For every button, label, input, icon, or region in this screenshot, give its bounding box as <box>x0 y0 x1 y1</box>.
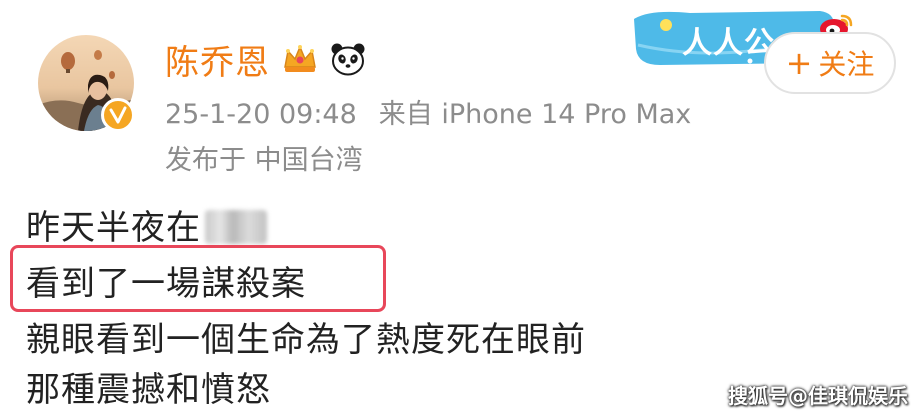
post-line: 昨天半夜在 <box>26 200 267 249</box>
post-timestamp: 25-1-20 09:48 <box>165 99 357 130</box>
follow-button[interactable]: + 关注 <box>764 32 896 94</box>
highlight-box <box>10 245 386 312</box>
post-meta: 25-1-20 09:48 来自 iPhone 14 Pro Max <box>165 92 691 131</box>
post-line: 親眼看到一個生命為了熱度死在眼前 <box>26 320 586 360</box>
plus-icon: + <box>785 44 813 82</box>
name-row: 陈乔恩 <box>165 35 366 83</box>
post-line-text: 昨天半夜在 <box>26 208 201 248</box>
post-region: 发布于 中国台湾 <box>165 145 363 176</box>
crown-badge-icon <box>282 43 318 75</box>
blurred-location <box>205 210 267 244</box>
username[interactable]: 陈乔恩 <box>165 35 270 84</box>
panda-icon <box>330 42 366 76</box>
verified-badge-icon <box>101 98 135 132</box>
watermark-banner-text: 人人公 <box>682 26 775 61</box>
post-line: 那種震撼和憤怒 <box>26 370 271 410</box>
source-watermark: 搜狐号@佳琪侃娱乐 <box>728 384 908 408</box>
follow-label: 关注 <box>818 48 875 81</box>
post-device: 来自 iPhone 14 Pro Max <box>378 99 692 130</box>
